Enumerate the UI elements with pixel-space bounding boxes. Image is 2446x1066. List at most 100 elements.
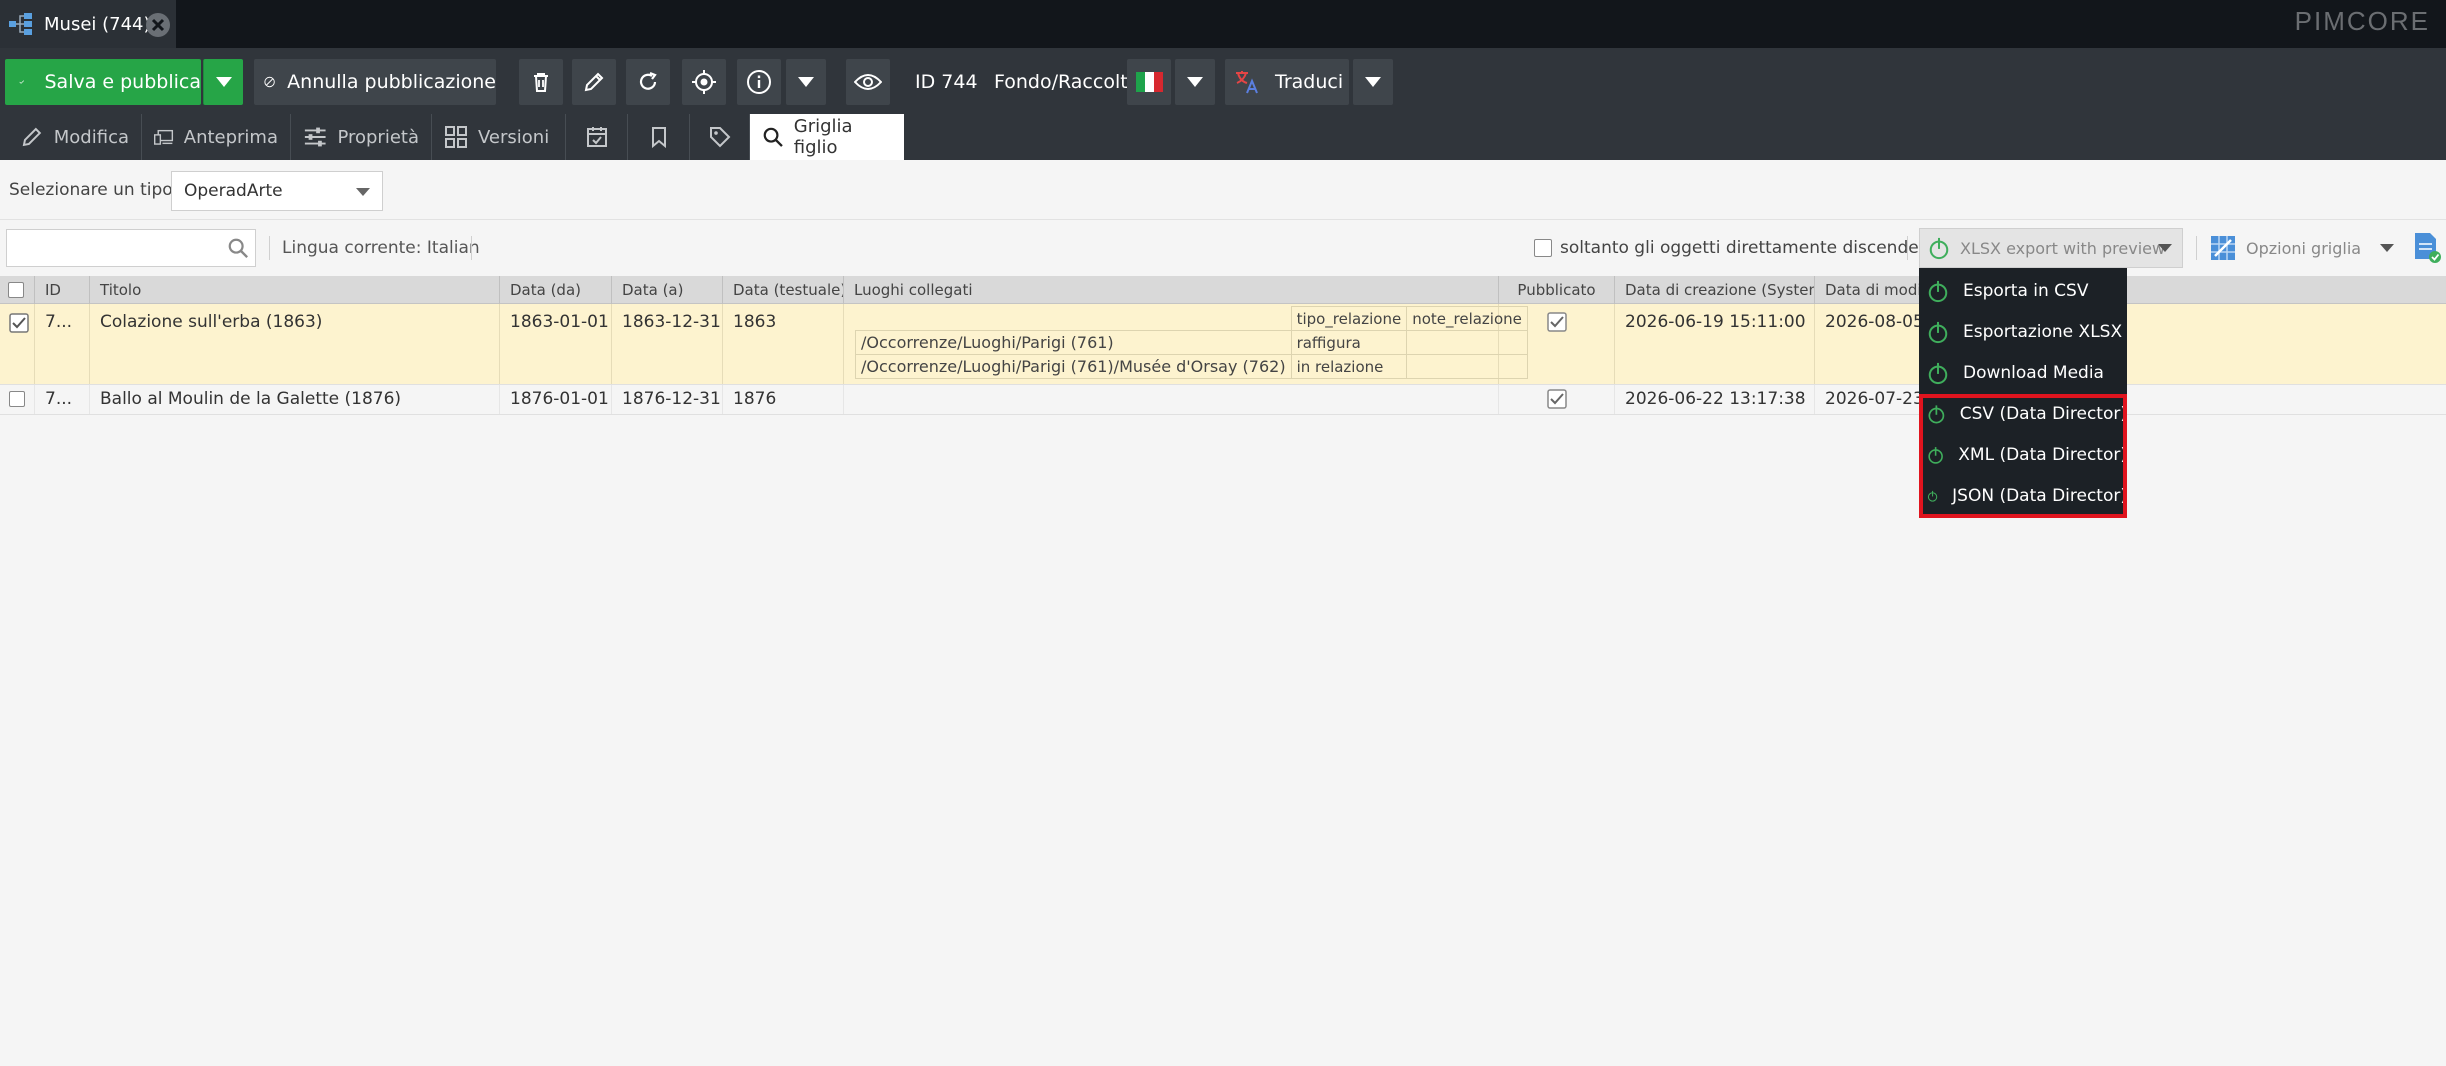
- delete-button[interactable]: [519, 59, 563, 105]
- menu-item-download-media[interactable]: Download Media: [1919, 352, 2127, 393]
- menu-item-xlsx-export[interactable]: Esportazione XLSX: [1919, 311, 2127, 352]
- cell-title: Colazione sull'erba (1863): [90, 304, 500, 384]
- eye-icon: [854, 74, 882, 90]
- column-header-date-text[interactable]: Data (testuale): [723, 276, 844, 304]
- italy-flag-icon: [1135, 72, 1163, 92]
- column-header-date-to[interactable]: Data (a): [612, 276, 723, 304]
- cell-created: 2026-06-22 13:17:38: [1615, 385, 1815, 414]
- cell-id: 7...: [35, 385, 90, 414]
- column-header-modified[interactable]: Data di modif: [1815, 276, 1919, 304]
- caret-down-icon: [1365, 77, 1381, 87]
- column-header-published[interactable]: Pubblicato: [1499, 276, 1615, 304]
- save-publish-button[interactable]: Salva e pubblica: [5, 59, 201, 105]
- search-input[interactable]: [7, 230, 207, 266]
- places-row: /Occorrenze/Luoghi/Parigi (761)/Musée d'…: [855, 354, 1528, 379]
- menu-item-label: Esporta in CSV: [1963, 280, 2089, 301]
- block-icon: [264, 76, 275, 88]
- tab-versions[interactable]: Versioni: [432, 114, 566, 160]
- language-dropdown[interactable]: [1175, 59, 1215, 105]
- locate-in-tree-button[interactable]: [682, 59, 726, 105]
- places-subtable: tipo_relazione note_relazione /Occorrenz…: [855, 306, 1528, 379]
- select-all-checkbox[interactable]: [8, 282, 24, 298]
- places-tipo: in relazione: [1290, 354, 1408, 379]
- tab-properties-label: Proprietà: [337, 126, 419, 148]
- cell-modified: 2026-07-23 1: [1825, 389, 1919, 409]
- divider: [2196, 236, 2197, 260]
- translate-icon: [1236, 71, 1258, 94]
- tag-icon: [709, 127, 730, 148]
- caret-down-icon: [215, 77, 232, 87]
- devices-icon: [154, 129, 174, 145]
- export-timer-icon: [1928, 404, 1945, 423]
- places-subtable-header: tipo_relazione note_relazione: [856, 306, 1528, 331]
- menu-item-csv-export[interactable]: Esporta in CSV: [1919, 270, 2127, 311]
- tab-edit[interactable]: Modifica: [8, 114, 142, 160]
- tab-tags[interactable]: [690, 114, 750, 160]
- language-flag-button[interactable]: [1127, 59, 1171, 105]
- menu-item-csv-data-director[interactable]: CSV (Data Director): [1919, 393, 2127, 434]
- grid-config-icon: [2211, 236, 2235, 260]
- menu-item-xml-data-director[interactable]: XML (Data Director): [1919, 434, 2127, 475]
- column-header-created[interactable]: Data di creazione (System): [1615, 276, 1815, 304]
- menu-item-label: CSV (Data Director): [1959, 403, 2127, 424]
- direct-children-label: soltanto gli oggetti direttamente discen…: [1560, 238, 1941, 258]
- tab-preview[interactable]: Anteprima: [142, 114, 291, 160]
- cell-modified: 2026-08-05 1: [1825, 312, 1919, 332]
- cell-date-from: 1863-01-01: [500, 304, 612, 384]
- column-header-title[interactable]: Titolo: [90, 276, 500, 304]
- column-header-id[interactable]: ID: [35, 276, 90, 304]
- published-check-icon: [1546, 312, 1567, 332]
- rename-button[interactable]: [572, 59, 616, 105]
- row-select-cell: [0, 385, 35, 414]
- type-select[interactable]: OperadArte: [171, 171, 383, 211]
- calendar-check-icon: [586, 127, 607, 147]
- places-row: /Occorrenze/Luoghi/Parigi (761) raffigur…: [855, 330, 1528, 355]
- tab-notes[interactable]: [628, 114, 690, 160]
- close-icon[interactable]: [146, 13, 170, 37]
- translate-dropdown[interactable]: [1353, 59, 1393, 105]
- column-header-places[interactable]: Luoghi collegati: [844, 276, 1499, 304]
- row-checkbox[interactable]: [9, 391, 25, 407]
- cell-date-text: 1876: [723, 385, 844, 414]
- tab-child-grid[interactable]: Griglia figlio: [750, 114, 904, 160]
- save-options-dropdown[interactable]: [203, 59, 243, 105]
- tab-bar: Musei (744) PIMCORE: [0, 0, 2446, 48]
- more-options-dropdown[interactable]: [786, 59, 826, 105]
- export-timer-icon: [1927, 490, 1938, 502]
- column-header-date-from[interactable]: Data (da): [500, 276, 612, 304]
- grid-options-button[interactable]: Opzioni griglia: [2210, 228, 2394, 268]
- cell-created: 2026-06-19 15:11:00: [1615, 304, 1815, 384]
- cell-date-from: 1876-01-01: [500, 385, 612, 414]
- caret-down-icon[interactable]: [2380, 244, 2394, 252]
- save-grid-config-icon[interactable]: [2412, 232, 2442, 264]
- reload-button[interactable]: [626, 59, 670, 105]
- export-split-button[interactable]: XLSX export with preview: [1919, 228, 2183, 268]
- places-note: [1406, 354, 1528, 379]
- direct-children-checkbox[interactable]: [1534, 239, 1552, 257]
- translate-button[interactable]: Traduci: [1225, 59, 1349, 105]
- tab-musei[interactable]: Musei (744): [0, 0, 176, 48]
- info-button[interactable]: [737, 59, 781, 105]
- caret-down-icon[interactable]: [2158, 244, 2172, 252]
- grid-icon: [445, 126, 467, 148]
- tab-properties[interactable]: Proprietà: [291, 114, 432, 160]
- cell-published: [1499, 385, 1615, 414]
- export-timer-icon: [1929, 237, 1949, 260]
- places-tipo: raffigura: [1290, 330, 1408, 355]
- select-all-column: [0, 276, 35, 304]
- tab-schedule[interactable]: [566, 114, 628, 160]
- export-timer-icon: [1928, 321, 1948, 343]
- type-selector-label: Selezionare un tipo: [9, 180, 173, 200]
- tab-child-grid-label: Griglia figlio: [793, 116, 853, 158]
- refresh-icon: [639, 71, 657, 90]
- type-selector-bar: Selezionare un tipo OperadArte: [0, 160, 2446, 220]
- unpublish-button[interactable]: Annulla pubblicazione: [254, 59, 496, 105]
- export-menu: Esporta in CSV Esportazione XLSX Downloa…: [1919, 268, 2127, 518]
- row-checkbox-checked[interactable]: [9, 313, 29, 333]
- menu-item-json-data-director[interactable]: JSON (Data Director): [1919, 475, 2127, 516]
- type-select-value: OperadArte: [184, 181, 283, 201]
- places-path-header: [856, 307, 1292, 331]
- trash-icon: [534, 73, 548, 92]
- search-icon[interactable]: [227, 237, 249, 259]
- preview-visibility-button[interactable]: [846, 59, 890, 105]
